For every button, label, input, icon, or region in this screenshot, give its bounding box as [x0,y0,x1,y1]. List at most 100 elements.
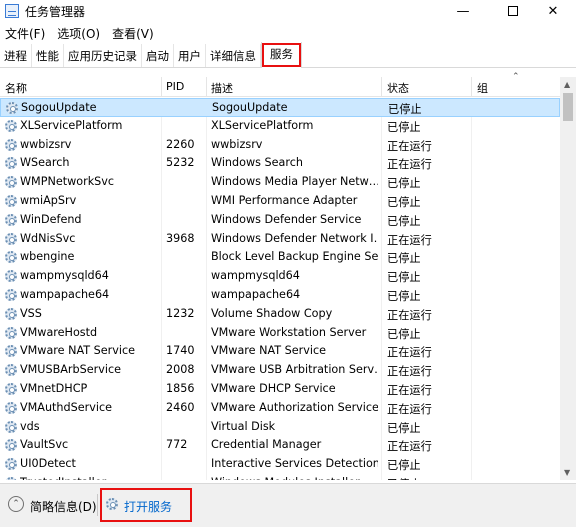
service-name: WMPNetworkSvc [20,175,115,189]
open-services-button[interactable]: 打开服务 [100,488,192,522]
column-pid[interactable]: PID [166,80,184,93]
service-description: Windows Search [211,156,303,170]
service-status: 已停止 [387,421,421,435]
service-gear-icon [5,289,17,301]
service-description: VMware DHCP Service [211,382,336,395]
service-row[interactable]: wmiApSrv WMI Performance Adapter 已停止 [0,192,560,211]
column-header: 名称 PID 描述 状态 组 [0,77,560,97]
tab-details[interactable]: 详细信息 [206,44,261,67]
service-row[interactable]: XLServicePlatform XLServicePlatform 已停止 [0,117,560,136]
service-name: VMUSBArbService [20,363,121,377]
vertical-scrollbar[interactable]: ▲ ▼ [560,77,576,480]
service-gear-icon [5,195,17,207]
service-description: Windows Modules Installer [211,476,378,480]
service-pid: 2008 [166,363,195,377]
minimize-button[interactable]: — [440,0,486,22]
service-row[interactable]: vds Virtual Disk 已停止 [0,418,560,437]
column-description[interactable]: 描述 [211,80,233,96]
service-row[interactable]: UI0Detect Interactive Services Detection 已… [0,455,560,474]
column-divider[interactable] [381,77,382,97]
scroll-up-arrow-icon[interactable]: ▲ [564,80,570,89]
service-description: wampmysqld64 [211,269,300,283]
service-row[interactable]: VaultSvc 772 Credential Manager 正在运行 [0,436,560,455]
service-pid: 3968 [166,231,195,245]
service-row[interactable]: WSearch 5232 Windows Search 正在运行 [0,154,560,173]
column-divider[interactable] [471,77,472,97]
service-name: UI0Detect [20,457,76,471]
service-row[interactable]: WinDefend Windows Defender Service 已停止 [0,211,560,230]
service-status: 正在运行 [387,346,432,360]
tab-services[interactable]: 服务 [261,42,302,68]
column-group[interactable]: 组 [477,80,488,96]
tab-app-history[interactable]: 应用历史记录 [64,44,142,67]
service-name: wmiApSrv [20,194,77,207]
service-row[interactable]: VMnetDHCP 1856 VMware DHCP Service 正在运行 [0,380,560,399]
scroll-down-arrow-icon[interactable]: ▼ [564,468,570,477]
service-description: Windows Media Player Netw… [211,175,378,189]
tab-processes[interactable]: 进程 [0,44,32,67]
service-row[interactable]: SogouUpdate SogouUpdate 已停止 [0,98,560,117]
column-name[interactable]: 名称 [5,80,27,96]
tab-startup[interactable]: 启动 [142,44,174,67]
menu-view[interactable]: 查看(V) [107,23,161,43]
service-description: Volume Shadow Copy [211,306,333,320]
service-row[interactable]: wwbizsrv 2260 wwbizsrv 正在运行 [0,136,560,155]
tab-users[interactable]: 用户 [174,44,206,67]
task-manager-icon [5,4,19,18]
service-row[interactable]: wbengine Block Level Backup Engine Se… 已停止 [0,248,560,267]
service-gear-icon [5,176,17,189]
service-description: VMware Authorization Service [211,400,378,414]
service-name: VSS [20,306,42,320]
menu-options[interactable]: 选项(O) [52,23,107,43]
column-divider[interactable] [161,77,162,97]
service-pid: 2460 [166,400,195,414]
service-status: 正在运行 [387,440,432,454]
service-status: 已停止 [387,290,421,303]
fewer-details-link[interactable]: 简略信息(D) [30,498,97,515]
title-bar[interactable]: 任务管理器 — ✕ [0,0,576,22]
service-pid: 1856 [166,382,195,395]
service-name: VMware NAT Service [20,344,135,358]
service-name: VMAuthdService [20,400,112,414]
service-name: VMwareHostd [20,325,98,339]
service-name: WSearch [20,156,70,170]
service-row[interactable]: wampmysqld64 wampmysqld64 已停止 [0,267,560,286]
service-gear-icon [5,270,17,283]
service-description: wampapache64 [211,288,301,301]
service-name: VaultSvc [20,438,69,452]
service-gear-icon [6,102,18,114]
service-row[interactable]: TrustedInstaller Windows Modules Installe… [0,474,560,480]
service-description: Windows Defender Service [211,212,362,226]
service-gear-icon [5,138,17,151]
service-status: 已停止 [387,476,469,480]
service-row[interactable]: VMUSBArbService 2008 VMware USB Arbitratio… [0,361,560,380]
scroll-thumb[interactable] [563,93,573,121]
service-row[interactable]: VMware NAT Service 1740 VMware NAT Service… [0,342,560,361]
service-row[interactable]: VMwareHostd VMware Workstation Server 已停止 [0,324,560,343]
service-row[interactable]: wampapache64 wampapache64 已停止 [0,286,560,305]
collapse-up-icon[interactable]: ⌃ [8,496,24,512]
close-button[interactable]: ✕ [530,0,576,22]
menu-file[interactable]: 文件(F) [0,23,52,43]
service-gear-icon [5,326,17,339]
service-name: vds [20,419,40,433]
service-name: XLServicePlatform [20,118,123,132]
service-name: wwbizsrv [20,137,72,151]
service-row[interactable]: VMAuthdService 2460 VMware Authorization S… [0,399,560,418]
column-status[interactable]: 状态 [387,80,409,96]
service-description: XLServicePlatform [211,118,314,132]
services-list: SogouUpdate SogouUpdate 已停止 XLServicePlatfo… [0,98,560,480]
service-name: WdNisSvc [20,231,76,245]
service-pid: 2260 [166,137,195,151]
service-gear-icon [5,232,17,245]
tab-performance[interactable]: 性能 [32,44,64,67]
column-divider[interactable] [206,77,207,97]
service-row[interactable]: WMPNetworkSvc Windows Media Player Netw… 已… [0,173,560,192]
service-name: SogouUpdate [21,101,97,114]
service-status: 已停止 [387,196,421,209]
service-status: 正在运行 [387,365,432,379]
service-description: wwbizsrv [211,137,263,151]
service-row[interactable]: WdNisSvc 3968 Windows Defender Network I… 正… [0,230,560,249]
gear-icon [106,498,118,510]
service-row[interactable]: VSS 1232 Volume Shadow Copy 正在运行 [0,305,560,324]
